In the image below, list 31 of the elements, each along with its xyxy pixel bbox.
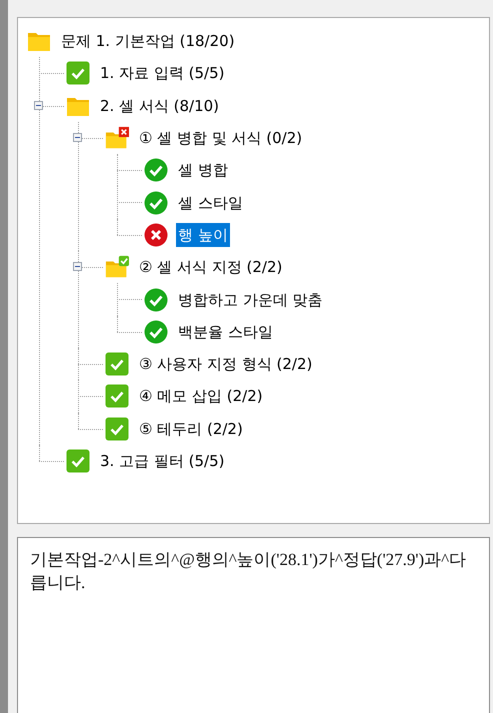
check-icon bbox=[144, 288, 168, 312]
tree-item[interactable]: 1. 자료 입력 (5/5) bbox=[98, 61, 226, 86]
tree-item[interactable]: 셀 병합 bbox=[176, 158, 230, 182]
tree-item[interactable]: ⑤ 테두리 (2/2) bbox=[137, 416, 245, 441]
tree-item[interactable]: 행 높이 bbox=[176, 222, 230, 247]
check-icon bbox=[144, 190, 168, 215]
tree-item[interactable]: 문제 1. 기본작업 (18/20) bbox=[59, 29, 237, 54]
error-message: 기본작업-2^시트의^@행의^높이('28.1')가^정답('27.9')과^다릅니다. bbox=[30, 549, 468, 594]
check-icon bbox=[105, 416, 129, 441]
check-icon bbox=[105, 384, 129, 408]
tree-item[interactable]: 2. 셀 서식 (8/10) bbox=[98, 94, 222, 118]
check-icon bbox=[144, 320, 168, 344]
tree-item[interactable]: ② 셀 서식 지정 (2/2) bbox=[137, 255, 284, 280]
check-icon bbox=[66, 449, 90, 473]
folder-icon bbox=[27, 30, 51, 52]
expander-button[interactable] bbox=[34, 100, 43, 110]
folder-check-icon bbox=[105, 255, 129, 280]
tree-item[interactable]: ① 셀 병합 및 서식 (0/2) bbox=[137, 126, 304, 150]
error-icon bbox=[144, 222, 168, 247]
tree-item[interactable]: 3. 고급 필터 (5/5) bbox=[98, 449, 226, 473]
check-icon bbox=[144, 158, 168, 182]
tree-item[interactable]: 병합하고 가운데 맞춤 bbox=[176, 288, 325, 312]
expander-button[interactable] bbox=[73, 132, 82, 142]
check-icon bbox=[66, 61, 90, 86]
expander-button[interactable] bbox=[73, 262, 82, 272]
tree-item[interactable]: ④ 메모 삽입 (2/2) bbox=[137, 384, 265, 408]
tree-item[interactable]: ③ 사용자 지정 형식 (2/2) bbox=[137, 352, 314, 376]
tree-item[interactable]: 백분율 스타일 bbox=[176, 320, 275, 344]
tree-item[interactable]: 셀 스타일 bbox=[176, 190, 245, 215]
folder-error-icon bbox=[105, 126, 129, 150]
check-icon bbox=[105, 352, 129, 376]
